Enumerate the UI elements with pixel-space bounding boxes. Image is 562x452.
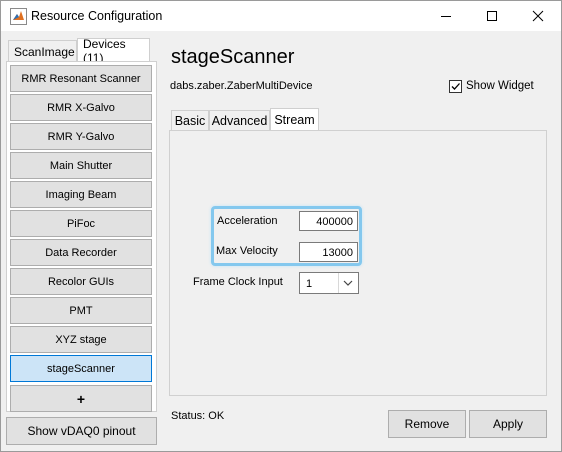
device-button-pifoc[interactable]: PiFoc (10, 210, 152, 237)
add-device-button[interactable]: + (10, 385, 152, 412)
tab-devices[interactable]: Devices (11) (77, 37, 150, 65)
close-icon (532, 10, 544, 22)
maximize-icon (487, 11, 497, 21)
tab-basic[interactable]: Basic (171, 110, 209, 131)
title-bar: Resource Configuration (0, 0, 562, 31)
device-button-stagescanner[interactable]: stageScanner (10, 355, 152, 382)
max-velocity-input[interactable]: 13000 (299, 242, 358, 262)
tab-stream[interactable]: Stream (270, 108, 319, 131)
device-button-data-recorder[interactable]: Data Recorder (10, 239, 152, 266)
device-label: Imaging Beam (45, 188, 117, 201)
status-text: Status: OK (171, 410, 225, 422)
tab-scanimage[interactable]: ScanImage (8, 40, 77, 62)
device-label: RMR Y-Galvo (47, 130, 115, 143)
frame-clock-label: Frame Clock Input (193, 276, 283, 288)
device-button-rmr-x-galvo[interactable]: RMR X-Galvo (10, 94, 152, 121)
max-velocity-label: Max Velocity (216, 245, 278, 257)
checkmark-icon (451, 83, 460, 90)
maximize-button[interactable] (469, 1, 515, 31)
window-title: Resource Configuration (31, 9, 163, 23)
device-label: RMR Resonant Scanner (21, 72, 141, 85)
device-label: stageScanner (47, 362, 115, 375)
select-divider (338, 273, 339, 293)
device-button-rmr-resonant-scanner[interactable]: RMR Resonant Scanner (10, 65, 152, 92)
show-pinout-label: Show vDAQ0 pinout (27, 424, 136, 438)
tab-stream-label: Stream (274, 113, 315, 127)
device-button-recolor-guis[interactable]: Recolor GUIs (10, 268, 152, 295)
device-label: PiFoc (66, 217, 96, 230)
device-title: stageScanner (171, 46, 295, 68)
remove-button[interactable]: Remove (388, 410, 466, 438)
device-button-rmr-y-galvo[interactable]: RMR Y-Galvo (10, 123, 152, 150)
device-button-pmt[interactable]: PMT (10, 297, 152, 324)
minimize-button[interactable] (423, 1, 469, 31)
device-button-main-shutter[interactable]: Main Shutter (10, 152, 152, 179)
tab-advanced-label: Advanced (211, 114, 268, 128)
chevron-down-icon[interactable] (343, 280, 353, 287)
apply-label: Apply (492, 417, 524, 431)
matlab-app-icon (10, 8, 27, 25)
show-pinout-button[interactable]: Show vDAQ0 pinout (6, 417, 157, 445)
device-label: PMT (69, 304, 93, 317)
acceleration-input[interactable]: 400000 (299, 211, 358, 231)
device-button-xyz-stage[interactable]: XYZ stage (10, 326, 152, 353)
device-class-name: dabs.zaber.ZaberMultiDevice (170, 80, 313, 92)
tab-advanced[interactable]: Advanced (209, 110, 270, 131)
device-list-panel: RMR Resonant Scanner RMR X-Galvo RMR Y-G… (6, 61, 157, 412)
device-label: XYZ stage (55, 333, 107, 346)
device-label: RMR X-Galvo (47, 101, 115, 114)
apply-button[interactable]: Apply (469, 410, 547, 438)
device-button-imaging-beam[interactable]: Imaging Beam (10, 181, 152, 208)
tab-basic-label: Basic (174, 114, 206, 128)
remove-label: Remove (404, 417, 450, 431)
device-label: Recolor GUIs (47, 275, 115, 288)
close-button[interactable] (515, 1, 561, 31)
device-label: Data Recorder (45, 246, 117, 259)
minimize-icon (441, 16, 451, 17)
plus-icon: + (76, 390, 86, 407)
device-label: Main Shutter (49, 159, 113, 172)
acceleration-label: Acceleration (217, 215, 278, 227)
show-widget-checkbox[interactable] (449, 80, 462, 93)
show-widget-label[interactable]: Show Widget (466, 80, 534, 92)
tab-scanimage-label: ScanImage (14, 44, 75, 59)
